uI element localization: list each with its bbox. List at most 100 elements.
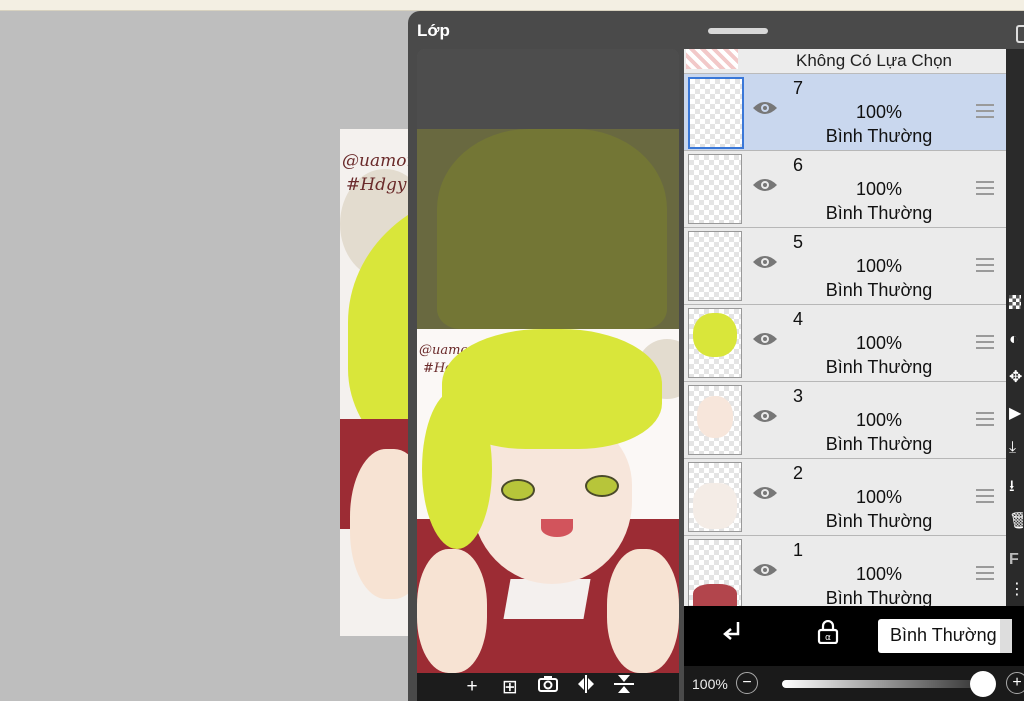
layer-thumbnail [688, 77, 744, 149]
preview-dark-area [417, 49, 679, 129]
opacity-slider[interactable] [782, 680, 982, 688]
layer-opacity: 100% [855, 410, 903, 430]
drag-handle-icon[interactable] [976, 412, 994, 430]
signature-line2: #Hdgy7 [346, 175, 418, 195]
drag-handle-icon[interactable] [976, 566, 994, 584]
opacity-increase-button[interactable]: + [1006, 672, 1024, 694]
layer-list[interactable]: Không Có Lựa Chọn 7 100% Bình Thường 6 1… [684, 49, 1006, 606]
layer-number: 1 [793, 540, 804, 560]
layer-row-5[interactable]: 5 100% Bình Thường [684, 228, 1006, 305]
layer-preview[interactable]: @uamonhonho #Hdgy7 [417, 49, 679, 673]
eye-icon[interactable] [752, 100, 778, 116]
blend-mode-value: Bình Thường [890, 625, 997, 645]
layer-blend-mode: Bình Thường [825, 511, 933, 531]
layer-blend-mode: Bình Thường [825, 203, 933, 223]
trash-icon[interactable]: 🗑 [1009, 511, 1023, 531]
flip-horizontal-icon[interactable] [576, 675, 596, 699]
drag-handle-icon[interactable] [976, 489, 994, 507]
layer-number: 6 [793, 155, 804, 175]
drag-handle-icon[interactable] [976, 104, 994, 122]
eye-icon[interactable] [752, 254, 778, 270]
download-icon[interactable]: ⭳ [1009, 475, 1023, 502]
layer-row-4[interactable]: 4 100% Bình Thường [684, 305, 1006, 382]
preview-artwork: @uamonhonho #Hdgy7 [417, 329, 679, 673]
merge-icon[interactable]: ⤓ [1009, 439, 1023, 457]
opacity-decrease-button[interactable]: − [736, 672, 758, 694]
window-icon[interactable] [1016, 25, 1024, 43]
more-icon[interactable]: ⋮ [1009, 579, 1023, 599]
eye-icon[interactable] [752, 331, 778, 347]
preview-hand-right [607, 549, 679, 673]
layer-thumbnail [688, 154, 742, 224]
eye-icon[interactable] [752, 408, 778, 424]
no-selection-row[interactable]: Không Có Lựa Chọn [684, 49, 1006, 74]
thumbnail-shirt [693, 584, 737, 606]
layers-panel: Lớp @uamonhonho #Hdgy7 + ⊞ [408, 11, 1024, 701]
layer-thumbnail [688, 462, 742, 532]
layer-thumbnail [688, 385, 742, 455]
layer-blend-mode: Bình Thường [825, 126, 933, 146]
fx-label[interactable]: F [1009, 551, 1023, 569]
thumbnail-sketch [693, 483, 737, 529]
layer-blend-mode: Bình Thường [825, 588, 933, 606]
move-icon[interactable]: ✥ [1009, 367, 1023, 387]
layer-opacity: 100% [855, 179, 903, 199]
blend-controls: α Bình Thường [684, 606, 1024, 666]
panel-grabber[interactable] [708, 28, 768, 34]
eye-icon[interactable] [752, 177, 778, 193]
blend-mode-select[interactable]: Bình Thường [878, 619, 1012, 653]
eye-icon[interactable] [752, 562, 778, 578]
layer-opacity: 100% [855, 487, 903, 507]
layer-row-6[interactable]: 6 100% Bình Thường [684, 151, 1006, 228]
preview-mouth [541, 519, 573, 537]
layer-opacity: 100% [855, 256, 903, 276]
layer-number: 3 [793, 386, 804, 406]
add-layer-icon[interactable]: ⊞ [500, 676, 520, 699]
preview-hair-strands [422, 389, 492, 549]
layer-thumbnail [688, 231, 742, 301]
alpha-lock-icon[interactable]: α [816, 620, 840, 644]
preview-eye-left [501, 479, 535, 501]
opacity-value: 100% [692, 676, 728, 692]
checker-icon[interactable] [1009, 295, 1021, 309]
preview-collar [503, 579, 591, 619]
selection-thumbnail [686, 49, 738, 69]
layer-blend-mode: Bình Thường [825, 434, 933, 454]
drag-handle-icon[interactable] [976, 258, 994, 276]
preview-toolbar: + ⊞ [417, 673, 679, 701]
no-selection-label: Không Có Lựa Chọn [796, 51, 952, 70]
preview-hand-left [417, 549, 487, 673]
layer-number: 2 [793, 463, 804, 483]
layer-number: 7 [793, 78, 804, 98]
layer-number: 5 [793, 232, 804, 252]
layer-row-1[interactable]: 1 100% Bình Thường [684, 536, 1006, 606]
layer-opacity: 100% [855, 102, 903, 122]
chevron-up-icon [1000, 619, 1012, 653]
contrast-icon[interactable]: ◐ [1009, 331, 1023, 349]
layer-bottom-bar: α Bình Thường 100% − + [684, 606, 1024, 701]
drag-handle-icon[interactable] [976, 335, 994, 353]
layer-opacity: 100% [855, 333, 903, 353]
layer-row-3[interactable]: 3 100% Bình Thường [684, 382, 1006, 459]
layer-row-7[interactable]: 7 100% Bình Thường [684, 74, 1006, 151]
thumbnail-face [697, 396, 733, 438]
preview-overflow-hair [437, 129, 667, 329]
svg-text:α: α [825, 633, 831, 643]
eye-icon[interactable] [752, 485, 778, 501]
layer-row-2[interactable]: 2 100% Bình Thường [684, 459, 1006, 536]
drag-handle-icon[interactable] [976, 181, 994, 199]
flip-vertical-icon[interactable] [614, 675, 634, 699]
preview-eye-right [585, 475, 619, 497]
layer-blend-mode: Bình Thường [825, 280, 933, 300]
plus-icon[interactable]: + [462, 676, 482, 698]
clipping-icon[interactable] [722, 620, 744, 644]
layer-opacity: 100% [855, 564, 903, 584]
preview-overflow-dim [417, 129, 679, 329]
layer-side-toolbar: ◐ ✥ ▶ ⤓ ⭳ 🗑 F ⋮ [1006, 49, 1024, 606]
layer-thumbnail [688, 539, 742, 606]
layer-number: 4 [793, 309, 804, 329]
panel-title: Lớp [417, 21, 450, 40]
opacity-slider-thumb[interactable] [970, 671, 996, 697]
camera-icon[interactable] [538, 676, 558, 698]
play-icon[interactable]: ▶ [1009, 403, 1023, 423]
